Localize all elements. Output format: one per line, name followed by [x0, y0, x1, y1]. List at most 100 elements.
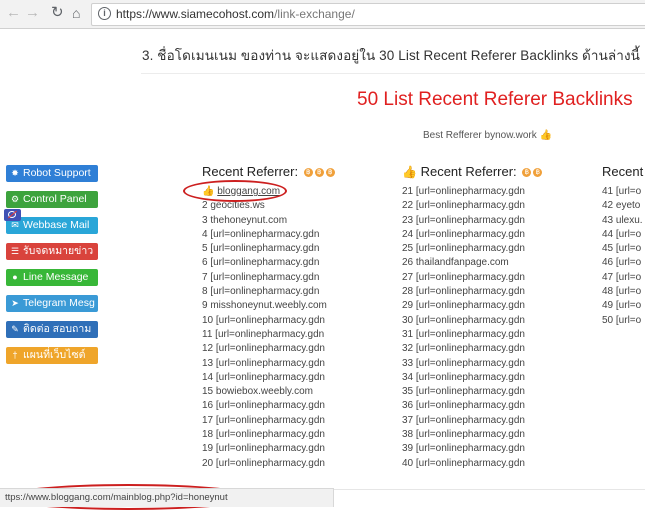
list-item[interactable]: 👍 bloggang.com: [202, 185, 335, 199]
list-item[interactable]: 2 geocities.ws: [202, 199, 335, 213]
sidebar-item-telegram[interactable]: ➤ Telegram Mesg: [6, 295, 98, 312]
sidebar-item-control-panel[interactable]: ⚙ Control Panel: [6, 191, 98, 208]
list-item[interactable]: 13 [url=onlinepharmacy.gdn: [202, 357, 335, 371]
list-item[interactable]: 15 bowiebox.weebly.com: [202, 385, 335, 399]
best-referrer-text: Best Refferer bynow.work: [423, 130, 537, 141]
list-item[interactable]: 31 [url=onlinepharmacy.gdn: [402, 328, 542, 342]
list-item[interactable]: 28 [url=onlinepharmacy.gdn: [402, 285, 542, 299]
url-host: https://www.siamecohost.com: [116, 7, 275, 21]
list-item[interactable]: 9 misshoneynut.weebly.com: [202, 299, 335, 313]
list-item[interactable]: 26 thailandfanpage.com: [402, 256, 542, 270]
list-item[interactable]: 39 [url=onlinepharmacy.gdn: [402, 442, 542, 456]
sidebar-item-label: แผนที่เว็บไซต์: [23, 349, 86, 361]
list-item[interactable]: 4 [url=onlinepharmacy.gdn: [202, 228, 335, 242]
referrer-list: 21 [url=onlinepharmacy.gdn 22 [url=onlin…: [402, 185, 542, 471]
list-item[interactable]: 10 [url=onlinepharmacy.gdn: [202, 314, 335, 328]
coin-icon: ฿: [303, 168, 313, 178]
list-item[interactable]: 30 [url=onlinepharmacy.gdn: [402, 314, 542, 328]
list-item[interactable]: 8 [url=onlinepharmacy.gdn: [202, 285, 335, 299]
sidebar-item-line-message[interactable]: ● Line Message: [6, 269, 98, 286]
list-item[interactable]: 3 thehoneynut.com: [202, 214, 335, 228]
list-item[interactable]: 14 [url=onlinepharmacy.gdn: [202, 371, 335, 385]
thumbs-up-icon: 👍: [202, 186, 215, 197]
list-item[interactable]: 47 [url=o: [602, 271, 645, 285]
hide-eye-icon[interactable]: [4, 209, 21, 221]
browser-toolbar: ← → ↻ ⌂ i https://www.siamecohost.com/li…: [0, 0, 645, 29]
list-item[interactable]: 18 [url=onlinepharmacy.gdn: [202, 428, 335, 442]
sidebar-item-label: Telegram Mesg: [23, 297, 95, 309]
section-heading: 3. ชื่อโดเมนเนม ของท่าน จะแสดงอยู่ใน 30 …: [142, 48, 641, 63]
coin-icon: ฿: [522, 168, 532, 178]
sidebar-item-label: Robot Support: [23, 167, 91, 179]
thumbs-up-outline-icon: 👍: [402, 165, 417, 179]
forward-arrow-icon[interactable]: →: [25, 5, 40, 21]
send-icon: ➤: [11, 298, 19, 308]
list-item[interactable]: 38 [url=onlinepharmacy.gdn: [402, 428, 542, 442]
url-path: /link-exchange/: [274, 7, 355, 21]
address-bar[interactable]: i https://www.siamecohost.com/link-excha…: [91, 3, 645, 26]
list-item[interactable]: 36 [url=onlinepharmacy.gdn: [402, 399, 542, 413]
column-header-text: Recent Referrer:: [202, 164, 299, 179]
info-icon[interactable]: i: [98, 7, 111, 20]
list-item[interactable]: 44 [url=o: [602, 228, 645, 242]
url-text[interactable]: https://www.siamecohost.com/link-exchang…: [116, 7, 355, 21]
list-item[interactable]: 19 [url=onlinepharmacy.gdn: [202, 442, 335, 456]
sidebar-item-newsletter[interactable]: ☰ รับจดหมายข่าว: [6, 243, 98, 260]
list-item[interactable]: 29 [url=onlinepharmacy.gdn: [402, 299, 542, 313]
status-bubble: ttps://www.bloggang.com/mainblog.php?id=…: [0, 488, 334, 507]
list-item[interactable]: 42 eyeto: [602, 199, 645, 213]
referrer-column-2: 👍 Recent Referrer: ฿฿ 21 [url=onlinephar…: [402, 163, 543, 471]
list-item[interactable]: 48 [url=o: [602, 285, 645, 299]
list-item[interactable]: 40 [url=onlinepharmacy.gdn: [402, 457, 542, 471]
list-item[interactable]: 24 [url=onlinepharmacy.gdn: [402, 228, 542, 242]
sidebar-item-label: Line Message: [23, 271, 89, 283]
column-header: 👍 Recent Referrer: ฿฿: [402, 163, 543, 181]
list-item[interactable]: 50 [url=o: [602, 314, 645, 328]
panel-title: 50 List Recent Referer Backlinks: [357, 89, 633, 110]
referrer-column-3: Recent 41 [url=o 42 eyeto 43 ulexu. 44 […: [602, 163, 645, 328]
list-item[interactable]: 22 [url=onlinepharmacy.gdn: [402, 199, 542, 213]
list-item[interactable]: 12 [url=onlinepharmacy.gdn: [202, 342, 335, 356]
list-item[interactable]: 43 ulexu.: [602, 214, 645, 228]
referrer-link[interactable]: bloggang.com: [217, 186, 280, 197]
list-item[interactable]: 33 [url=onlinepharmacy.gdn: [402, 357, 542, 371]
coin-icon: ฿: [314, 168, 324, 178]
list-item[interactable]: 46 [url=o: [602, 256, 645, 270]
referrer-list: 👍 bloggang.com 2 geocities.ws 3 thehoney…: [202, 185, 335, 471]
list-item[interactable]: 32 [url=onlinepharmacy.gdn: [402, 342, 542, 356]
sitemap-icon: †: [12, 350, 18, 360]
back-arrow-icon[interactable]: ←: [6, 5, 21, 21]
sidebar-item-label: ติดต่อ สอบถาม: [23, 323, 92, 335]
column-header-text: Recent Referrer:: [420, 164, 517, 179]
newsletter-icon: ☰: [10, 246, 20, 256]
thumbs-up-icon: 👍: [539, 130, 552, 141]
list-item[interactable]: 34 [url=onlinepharmacy.gdn: [402, 371, 542, 385]
chat-icon: ●: [12, 272, 18, 282]
list-item[interactable]: 23 [url=onlinepharmacy.gdn: [402, 214, 542, 228]
list-item[interactable]: 37 [url=onlinepharmacy.gdn: [402, 414, 542, 428]
list-item[interactable]: 6 [url=onlinepharmacy.gdn: [202, 256, 335, 270]
referrer-column-1: Recent Referrer: ฿฿฿ 👍 bloggang.com 2 ge…: [202, 163, 335, 471]
sidebar-item-robot-support[interactable]: ✸ Robot Support: [6, 165, 98, 182]
list-item[interactable]: 27 [url=onlinepharmacy.gdn: [402, 271, 542, 285]
divider: [141, 73, 645, 74]
list-item[interactable]: 21 [url=onlinepharmacy.gdn: [402, 185, 542, 199]
list-item[interactable]: 5 [url=onlinepharmacy.gdn: [202, 242, 335, 256]
best-referrer-line: Best Refferer bynow.work 👍: [423, 130, 552, 141]
settings-icon: ⚙: [10, 194, 20, 204]
reload-icon[interactable]: ↻: [51, 5, 64, 21]
list-item[interactable]: 41 [url=o: [602, 185, 645, 199]
sidebar-item-label: Control Panel: [23, 193, 87, 205]
list-item[interactable]: 16 [url=onlinepharmacy.gdn: [202, 399, 335, 413]
home-icon[interactable]: ⌂: [72, 5, 80, 21]
sidebar-item-contact[interactable]: ✎ ติดต่อ สอบถาม: [6, 321, 98, 338]
list-item[interactable]: 7 [url=onlinepharmacy.gdn: [202, 271, 335, 285]
list-item[interactable]: 45 [url=o: [602, 242, 645, 256]
list-item[interactable]: 17 [url=onlinepharmacy.gdn: [202, 414, 335, 428]
list-item[interactable]: 25 [url=onlinepharmacy.gdn: [402, 242, 542, 256]
list-item[interactable]: 49 [url=o: [602, 299, 645, 313]
sidebar-item-sitemap[interactable]: † แผนที่เว็บไซต์: [6, 347, 98, 364]
list-item[interactable]: 35 [url=onlinepharmacy.gdn: [402, 385, 542, 399]
list-item[interactable]: 11 [url=onlinepharmacy.gdn: [202, 328, 335, 342]
list-item[interactable]: 20 [url=onlinepharmacy.gdn: [202, 457, 335, 471]
